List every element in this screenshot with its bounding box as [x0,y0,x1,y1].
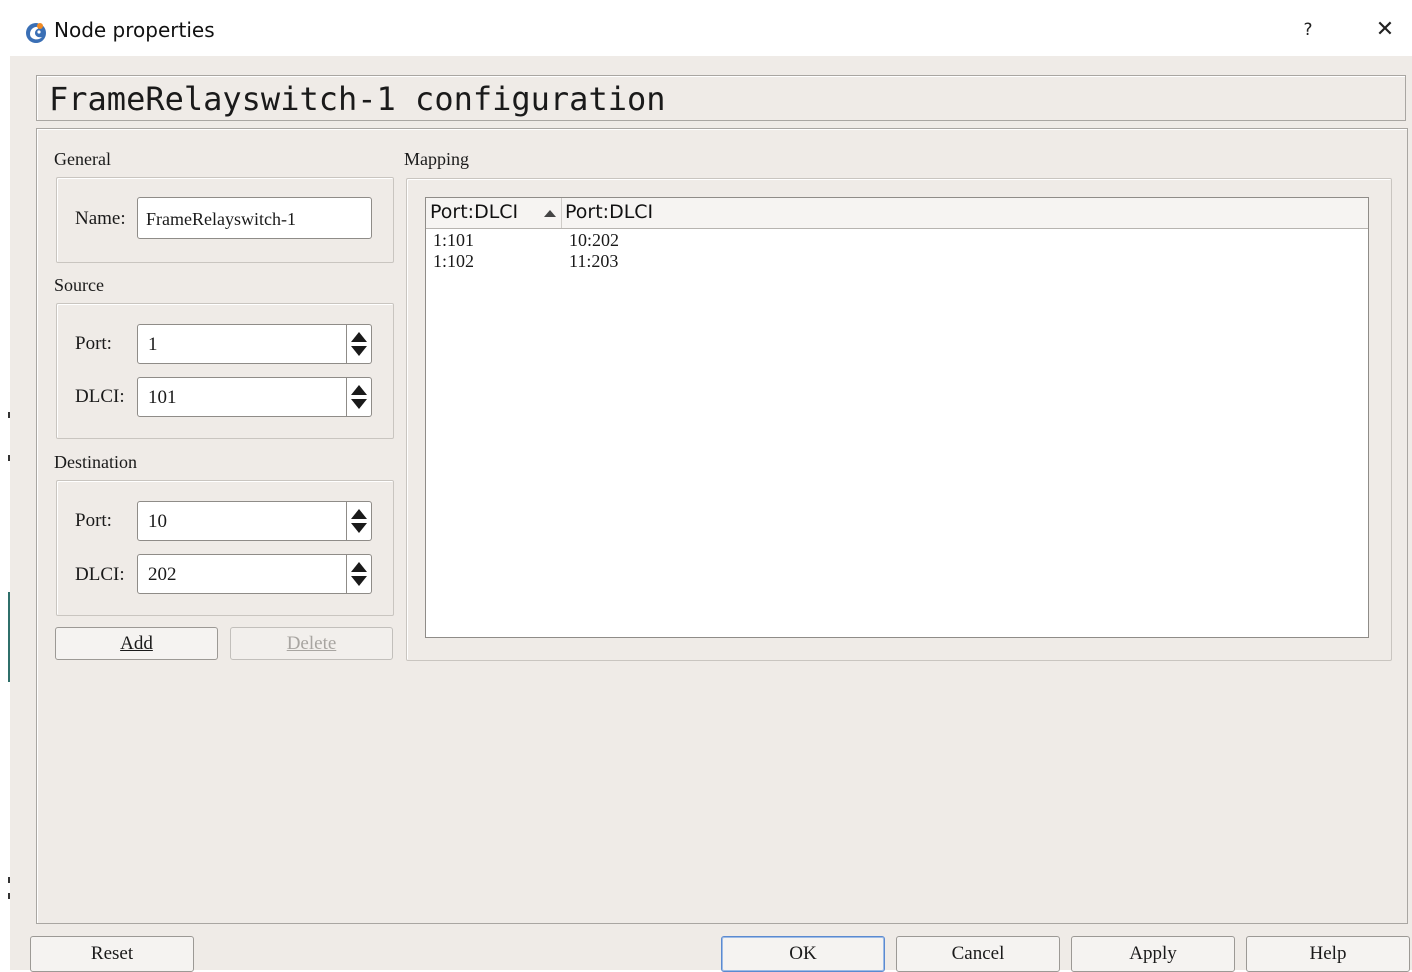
up-down-arrows-icon[interactable] [347,555,371,593]
title-bar: Node properties ? ✕ [10,8,1412,56]
mapping-table[interactable]: Port:DLCI Port:DLCI 1:101 10:202 1:102 1… [425,197,1369,638]
reset-button[interactable]: Reset [30,936,194,972]
name-label: Name: [75,208,126,229]
mapping-group-title: Mapping [404,149,469,169]
up-down-arrows-icon[interactable] [347,325,371,363]
row-source-cell: 1:101 [433,230,475,250]
general-group-title: General [54,149,111,169]
destination-dlci-stepper[interactable] [347,554,372,594]
add-button-label: Add [120,633,153,654]
destination-port-stepper[interactable] [347,501,372,541]
window-edge-marks [8,412,10,899]
source-group-title: Source [54,275,104,295]
source-port-stepper[interactable] [347,324,372,364]
column-header-destination[interactable]: Port:DLCI [565,201,653,223]
destination-port-label: Port: [75,510,112,531]
config-title: FrameRelayswitch-1 configuration [49,80,666,118]
delete-button-label: Delete [286,633,337,654]
table-row[interactable]: 1:102 11:203 [426,251,1368,272]
help-button[interactable]: Help [1246,936,1410,972]
destination-group-title: Destination [54,452,137,472]
source-dlci-input[interactable]: 101 [137,377,347,417]
row-destination-cell: 11:203 [569,251,619,271]
ok-button[interactable]: OK [721,936,885,972]
row-destination-cell: 10:202 [569,230,620,250]
window-title: Node properties [54,18,215,42]
apply-button[interactable]: Apply [1071,936,1235,972]
up-down-arrows-icon[interactable] [347,378,371,416]
mapping-table-header: Port:DLCI Port:DLCI [426,198,1368,229]
column-header-source[interactable]: Port:DLCI [430,201,518,223]
app-icon [26,23,46,43]
close-icon[interactable]: ✕ [1372,17,1398,42]
source-port-label: Port: [75,333,112,354]
row-source-cell: 1:102 [433,251,475,271]
table-row[interactable]: 1:101 10:202 [426,230,1368,251]
column-separator[interactable] [561,198,562,228]
source-dlci-stepper[interactable] [347,377,372,417]
name-input[interactable]: FrameRelayswitch-1 [137,197,372,239]
sort-ascending-icon [544,210,556,217]
up-down-arrows-icon[interactable] [347,502,371,540]
destination-dlci-label: DLCI: [75,564,125,585]
add-button[interactable]: Add [55,627,218,660]
config-title-box: FrameRelayswitch-1 configuration [36,75,1406,121]
source-dlci-label: DLCI: [75,386,125,407]
help-question-icon[interactable]: ? [1298,20,1318,40]
cancel-button[interactable]: Cancel [896,936,1060,972]
destination-port-input[interactable]: 10 [137,501,347,541]
source-port-input[interactable]: 1 [137,324,347,364]
delete-button[interactable]: Delete [230,627,393,660]
destination-dlci-input[interactable]: 202 [137,554,347,594]
